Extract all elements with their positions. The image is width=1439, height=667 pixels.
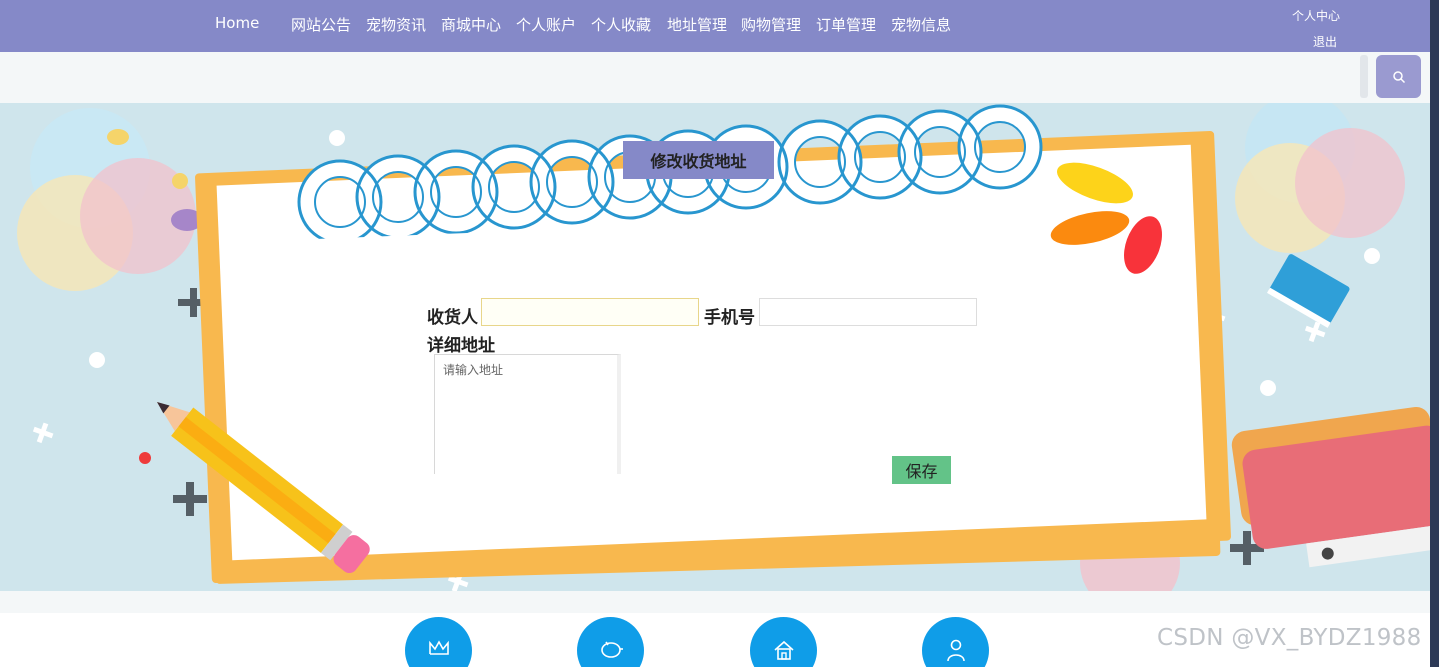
nav-item-pet-news[interactable]: 宠物资讯 bbox=[366, 14, 426, 35]
home-icon bbox=[773, 640, 794, 660]
address-label: 详细地址 bbox=[427, 336, 495, 356]
search-button[interactable] bbox=[1376, 55, 1421, 98]
nav-item-shopping-management[interactable]: 购物管理 bbox=[741, 14, 801, 35]
search-input-edge[interactable] bbox=[1360, 55, 1368, 98]
banner-bottom-strip bbox=[0, 591, 1430, 613]
page-title: 修改收货地址 bbox=[623, 141, 774, 179]
personal-center-link[interactable]: 个人中心 bbox=[1292, 7, 1340, 24]
save-button[interactable]: 保存 bbox=[892, 456, 951, 484]
nav-item-mall-center[interactable]: 商城中心 bbox=[441, 14, 501, 35]
watermark: CSDN @VX_BYDZ1988 bbox=[1157, 625, 1422, 651]
search-icon bbox=[1392, 70, 1405, 83]
notepad-front-page bbox=[216, 144, 1207, 561]
window-edge bbox=[1430, 0, 1439, 667]
nav-item-home[interactable]: Home bbox=[215, 14, 259, 32]
receiver-input[interactable] bbox=[481, 298, 699, 326]
search-strip bbox=[0, 52, 1430, 103]
nav-item-address-management[interactable]: 地址管理 bbox=[667, 14, 727, 35]
nav-item-announcements[interactable]: 网站公告 bbox=[291, 14, 351, 35]
phone-input[interactable] bbox=[759, 298, 977, 326]
nav-item-personal-account[interactable]: 个人账户 bbox=[516, 14, 576, 35]
phone-label: 手机号 bbox=[704, 308, 755, 328]
nav-item-order-management[interactable]: 订单管理 bbox=[816, 14, 876, 35]
piggy-bank-icon bbox=[600, 641, 623, 658]
user-icon bbox=[946, 639, 965, 662]
logout-link[interactable]: 退出 bbox=[1313, 33, 1337, 50]
address-textarea[interactable] bbox=[434, 354, 621, 474]
crown-icon bbox=[428, 640, 449, 655]
receiver-label: 收货人 bbox=[427, 308, 478, 328]
nav-item-favorites[interactable]: 个人收藏 bbox=[591, 14, 651, 35]
nav-item-pet-info[interactable]: 宠物信息 bbox=[891, 14, 951, 35]
top-navigation-bar: Home 网站公告 宠物资讯 商城中心 个人账户 个人收藏 地址管理 购物管理 … bbox=[0, 0, 1430, 52]
